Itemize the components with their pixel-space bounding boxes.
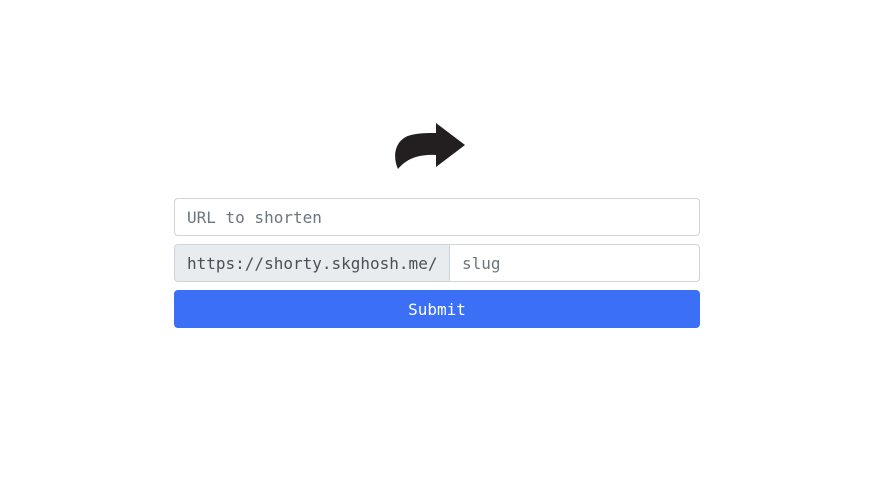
submit-button[interactable]: Submit	[174, 290, 700, 328]
logo	[392, 122, 466, 170]
url-input[interactable]	[174, 198, 700, 236]
shorten-form: https://shorty.skghosh.me/ Submit	[174, 198, 700, 328]
url-prefix: https://shorty.skghosh.me/	[174, 244, 449, 282]
slug-input-group: https://shorty.skghosh.me/	[174, 244, 700, 282]
slug-input[interactable]	[449, 244, 700, 282]
share-arrow-icon	[395, 123, 465, 169]
